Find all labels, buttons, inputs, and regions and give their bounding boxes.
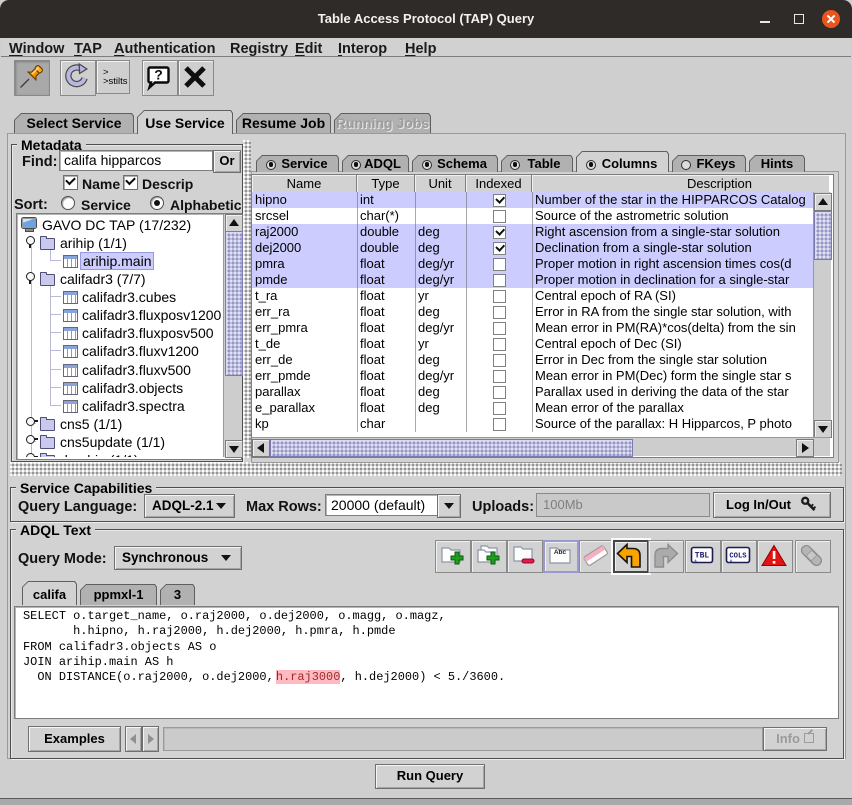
svg-text:?: ? bbox=[154, 67, 163, 83]
svg-text:TBL: TBL bbox=[695, 552, 710, 561]
svg-text:Abc: Abc bbox=[554, 549, 567, 556]
svg-text:COLS: COLS bbox=[729, 553, 747, 561]
